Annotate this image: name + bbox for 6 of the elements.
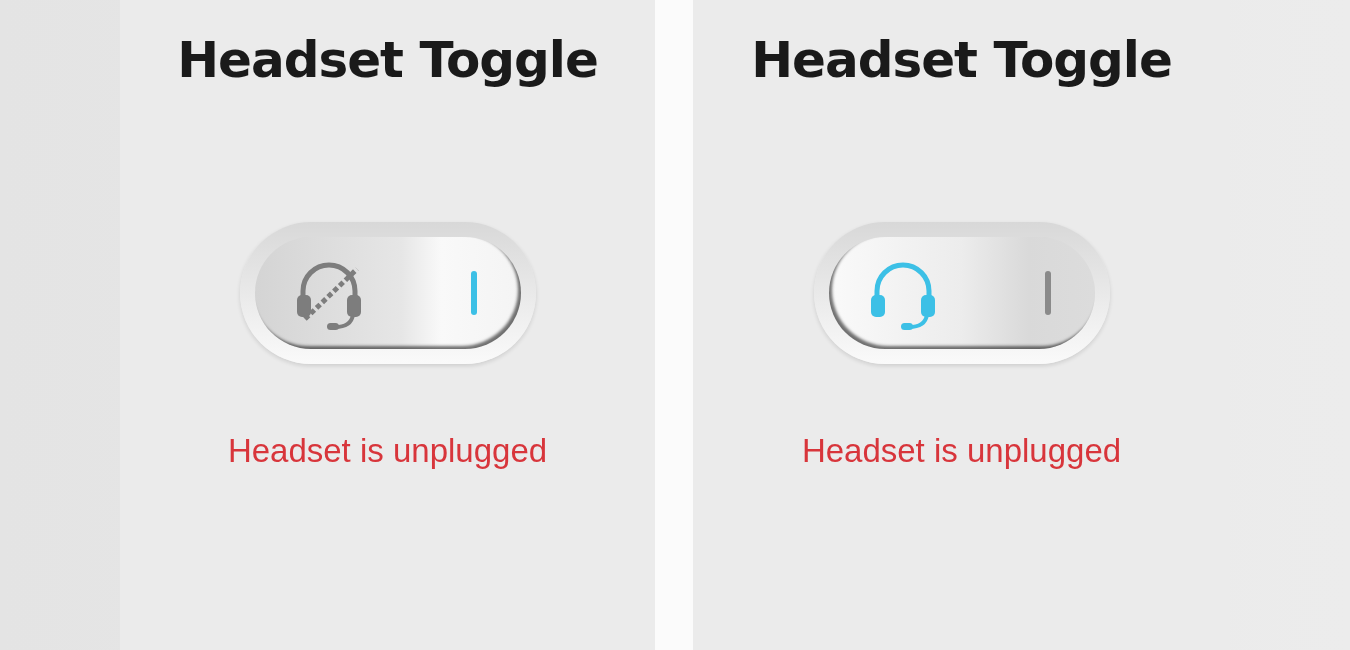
- app-title: Headset Toggle: [177, 30, 598, 90]
- indicator-bar-icon: [470, 271, 477, 315]
- indicator-bar-icon: [1044, 271, 1051, 315]
- status-text: Headset is unplugged: [227, 432, 548, 470]
- app-title: Headset Toggle: [751, 30, 1172, 90]
- status-text: Headset is unplugged: [801, 432, 1122, 470]
